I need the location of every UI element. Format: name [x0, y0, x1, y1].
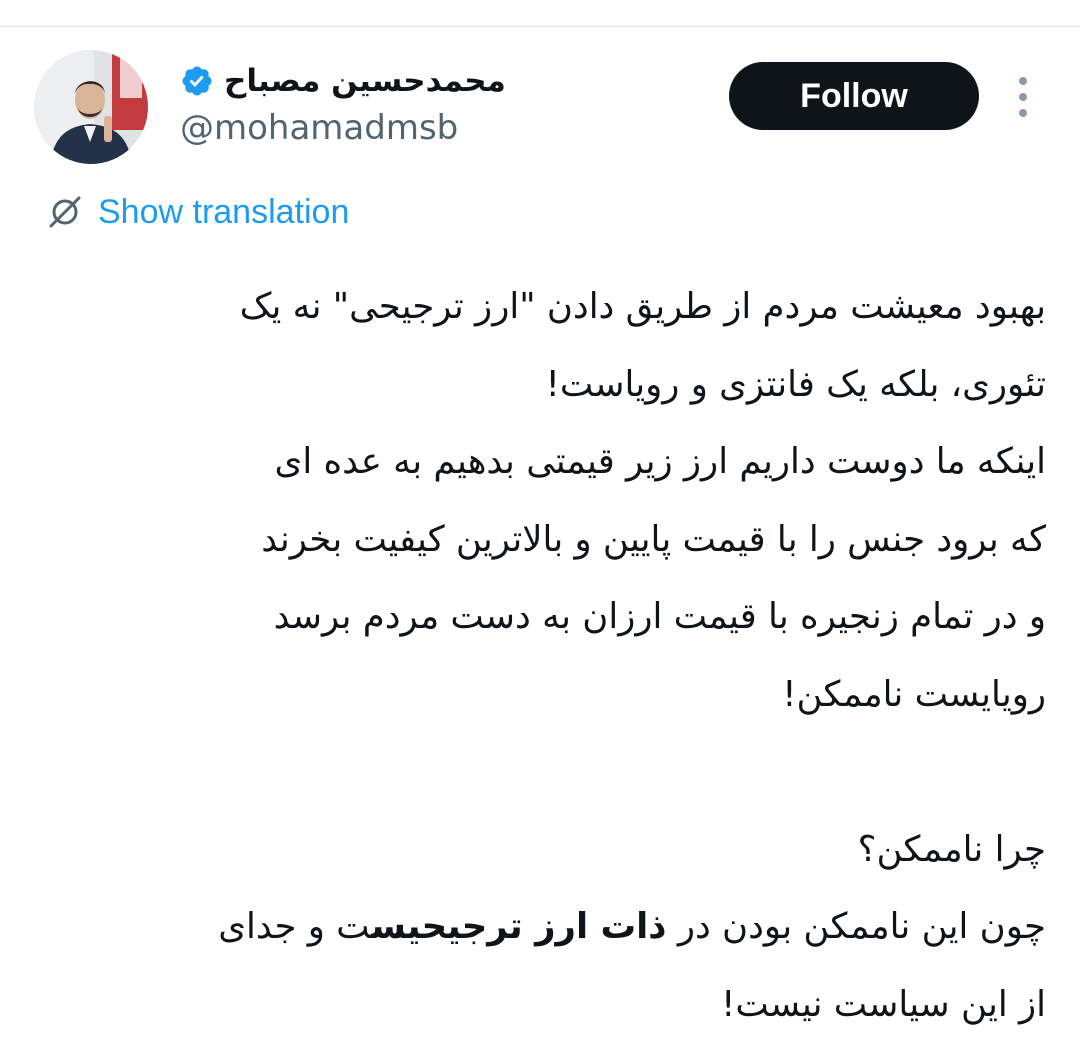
- tweet-line: و در تمام زنجیره با قیمت ارزان به دست مر…: [26, 578, 1046, 656]
- verified-badge-icon: [180, 64, 214, 98]
- tweet-line: رویایست ناممکن!: [26, 656, 1046, 734]
- more-dot: [1019, 93, 1027, 101]
- show-translation-link[interactable]: Show translation: [46, 188, 349, 236]
- follow-button[interactable]: Follow: [729, 62, 979, 130]
- avatar-photo: [34, 50, 148, 164]
- more-dot: [1019, 109, 1027, 117]
- top-divider: [0, 26, 1080, 27]
- tweet-text: بهبود معیشت مردم از طریق دادن "ارز ترجیح…: [26, 268, 1046, 1043]
- translate-icon: [46, 193, 84, 231]
- tweet-line-with-bold: چون این ناممکن بودن در ذات ارز ترجیحیست …: [26, 888, 1046, 966]
- tweet-line: بهبود معیشت مردم از طریق دادن "ارز ترجیح…: [26, 268, 1046, 346]
- author-handle[interactable]: @mohamadmsb: [180, 108, 458, 148]
- tweet-line: اینکه ما دوست داریم ارز زیر قیمتی بدهیم …: [26, 423, 1046, 501]
- translation-label: Show translation: [98, 193, 349, 232]
- tweet-blank-line: [26, 733, 1046, 811]
- tweet-line: تئوری، بلکه یک فانتزی و رویاست!: [26, 346, 1046, 424]
- tweet-bold-phrase: ذات ارز ترجیحیس: [371, 906, 667, 947]
- tweet-line: که برود جنس را با قیمت پایین و بالاترین …: [26, 501, 1046, 579]
- tweet-line: چرا ناممکن؟: [26, 811, 1046, 889]
- more-vertical-icon: [1019, 77, 1027, 85]
- tweet-text-segment: چون این ناممکن بودن در: [667, 906, 1046, 947]
- tweet-line: از این سیاست نیست!: [26, 966, 1046, 1043]
- avatar[interactable]: [34, 50, 148, 164]
- more-options-button[interactable]: [1006, 72, 1040, 122]
- tweet-text-segment: ت و جدای: [218, 906, 371, 947]
- author-display-name[interactable]: محمدحسین مصباح: [224, 63, 506, 99]
- author-name-row: محمدحسین مصباح: [180, 58, 506, 104]
